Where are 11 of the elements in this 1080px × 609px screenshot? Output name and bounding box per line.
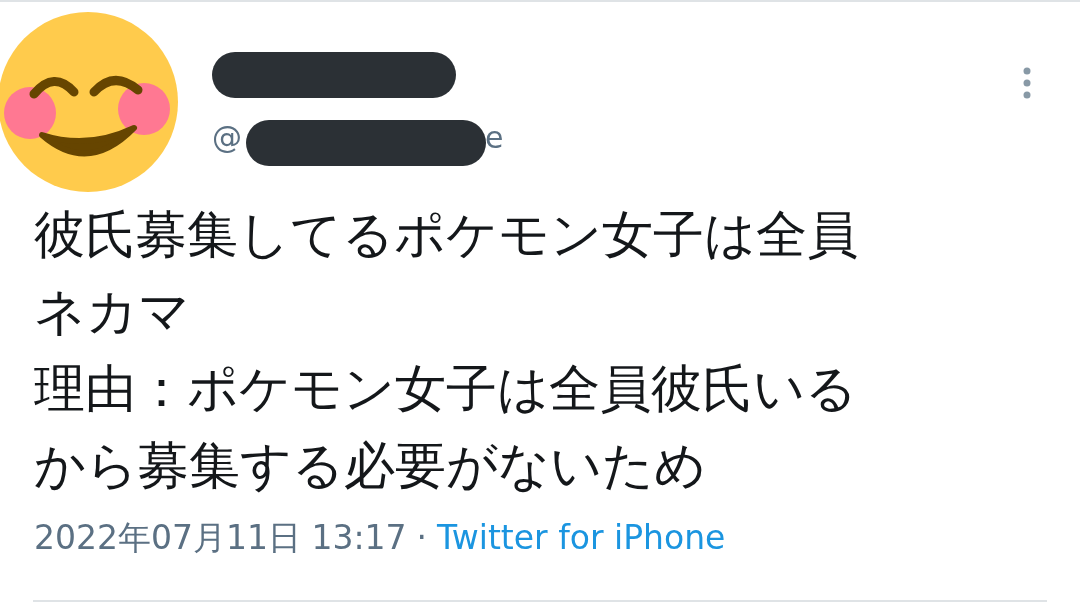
tweet-text-line: 彼氏募集してるポケモン女子は全員	[34, 204, 859, 266]
separator-dot: ·	[416, 518, 428, 557]
username-text: e	[485, 120, 504, 155]
more-options-icon[interactable]	[1022, 66, 1032, 100]
tweet-text-line: から募集する必要がないため	[34, 435, 707, 497]
timestamp: 2022年07月11日 13:17	[34, 517, 407, 559]
source-link[interactable]: Twitter for iPhone	[437, 518, 726, 557]
username-text: @	[212, 120, 242, 155]
tweet-text-line: 理由：ポケモン女子は全員彼氏いる	[34, 358, 858, 420]
tweet-text-line: ネカマ	[34, 281, 191, 343]
smiling-face-icon	[0, 10, 180, 194]
